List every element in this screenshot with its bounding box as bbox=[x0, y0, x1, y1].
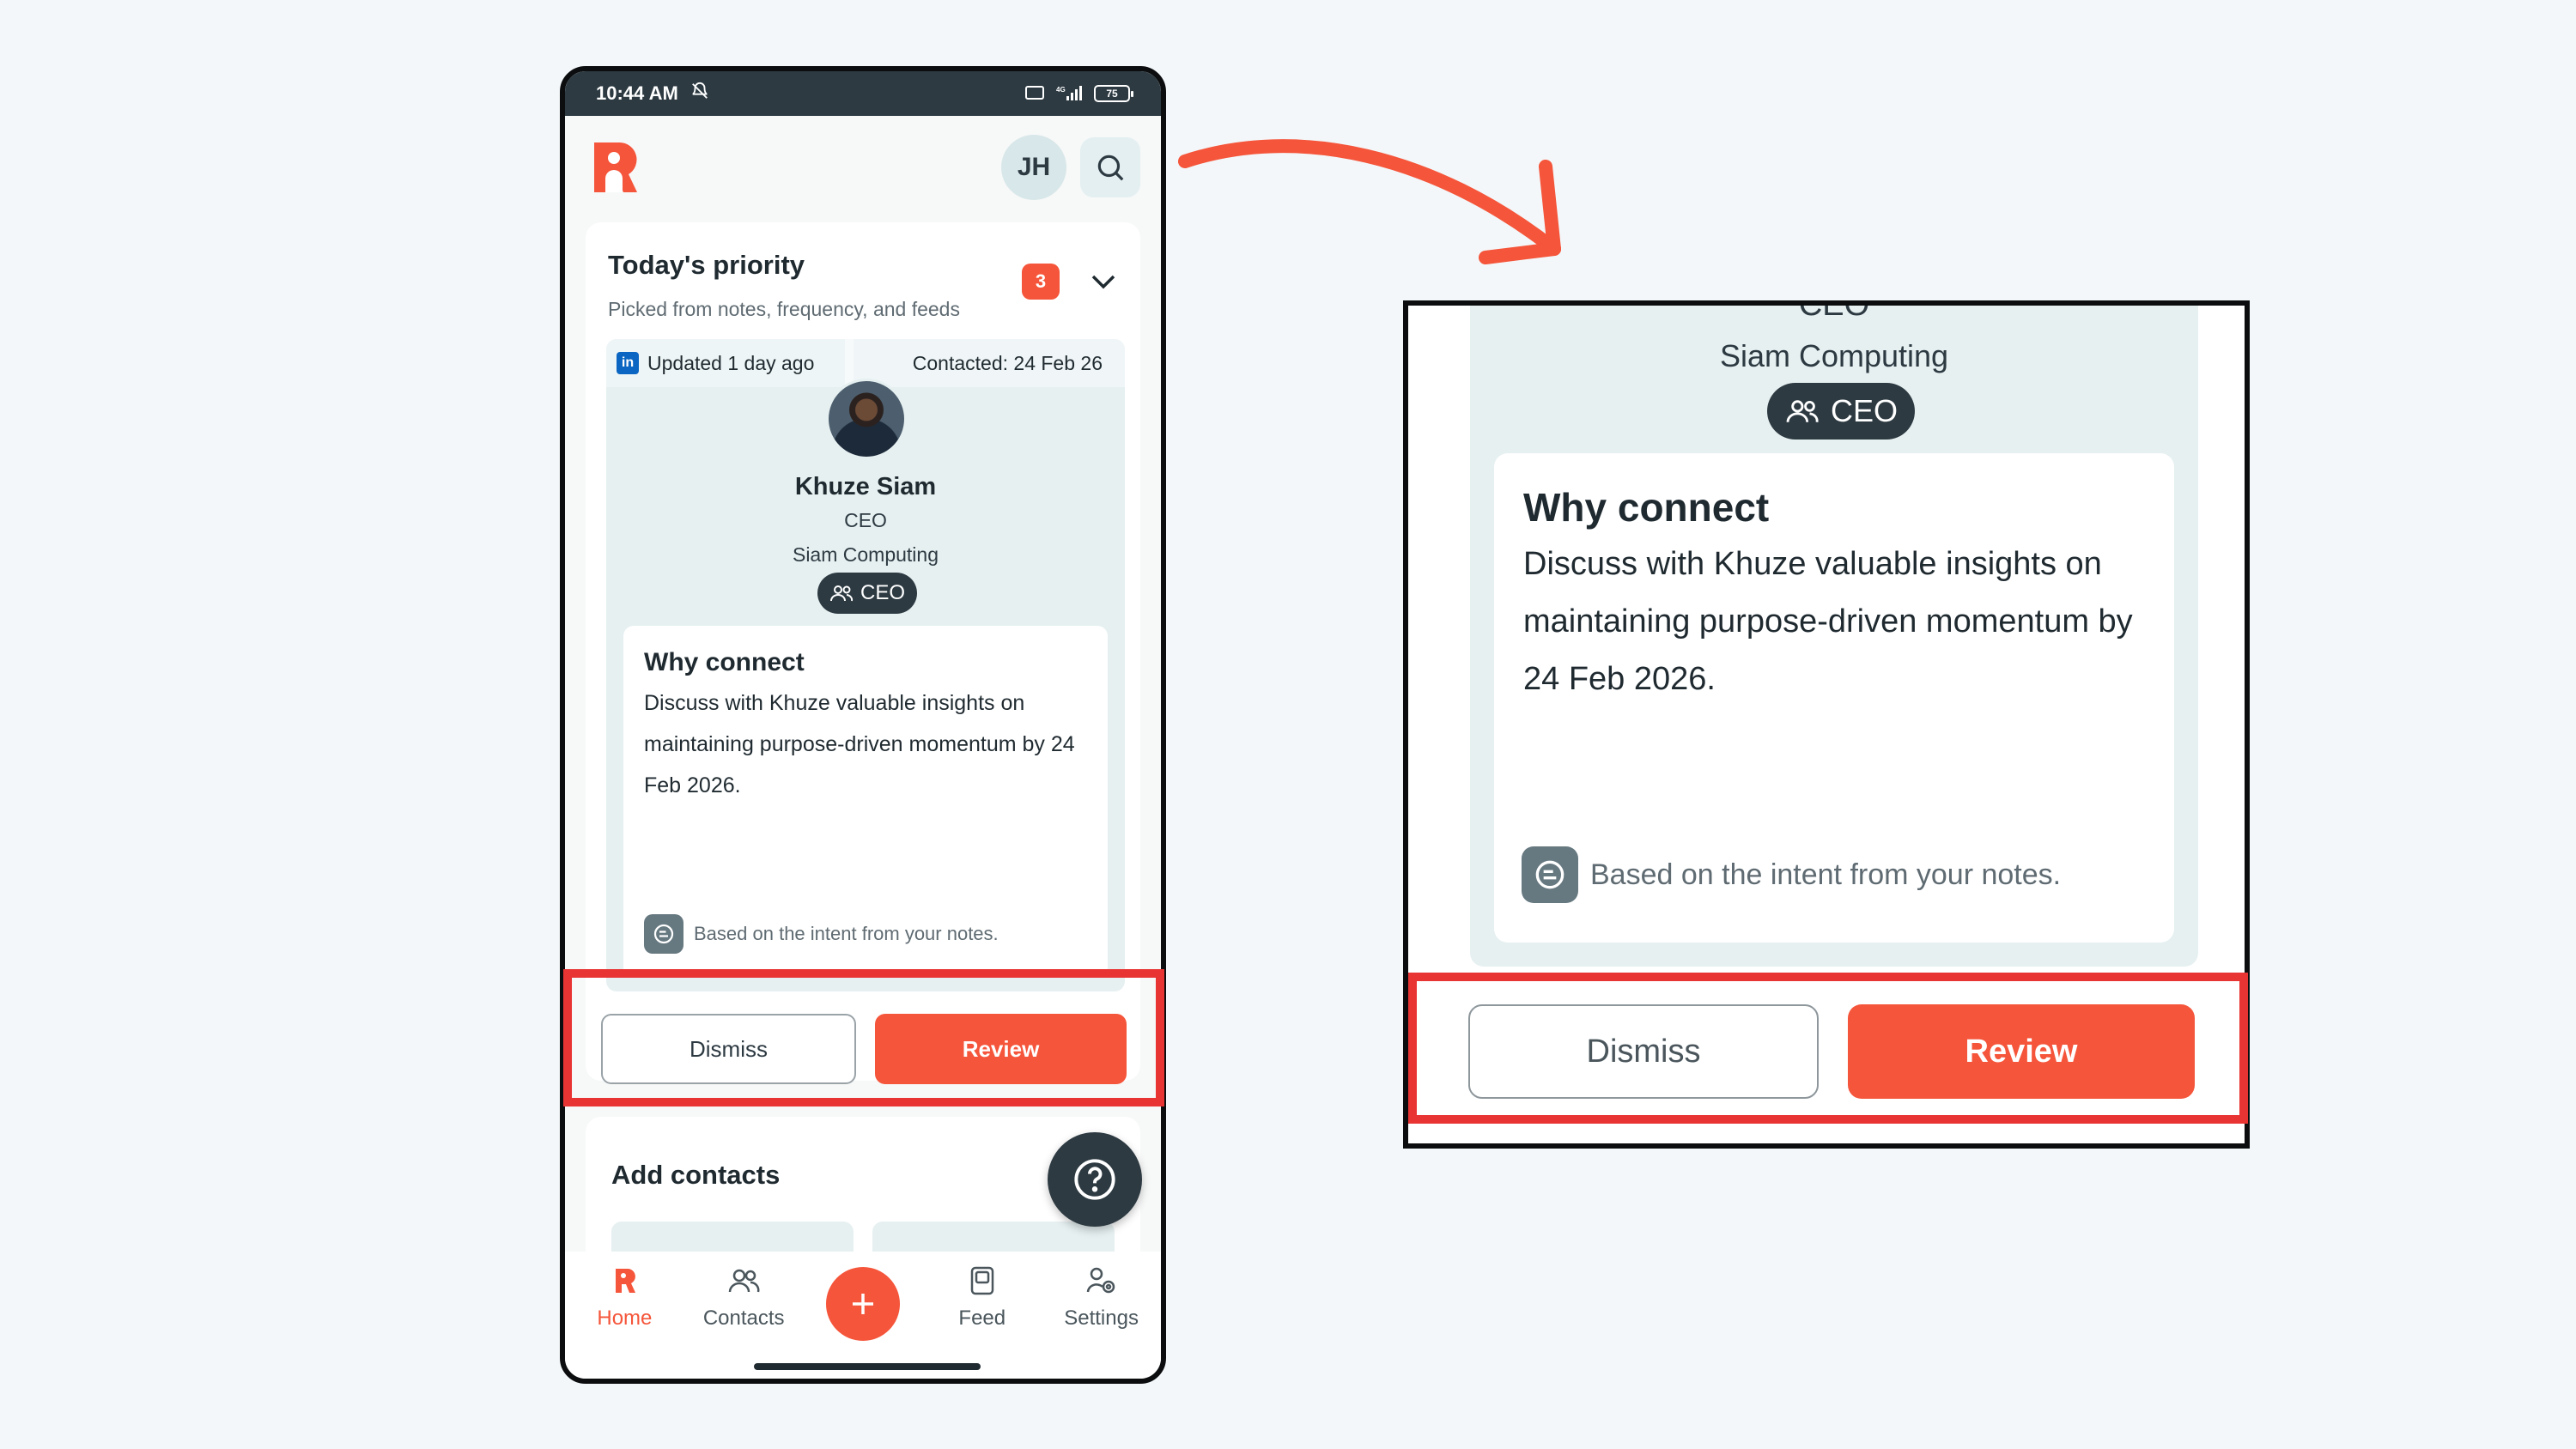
priority-count-badge: 3 bbox=[1022, 264, 1060, 300]
zoom-why-connect-box: Why connect Discuss with Khuze valuable … bbox=[1494, 453, 2174, 943]
priority-subtitle: Picked from notes, frequency, and feeds bbox=[608, 298, 960, 320]
nav-contacts[interactable]: Contacts bbox=[692, 1264, 795, 1331]
contact-name: Khuze Siam bbox=[794, 473, 937, 500]
zoom-intent-footer-text: Based on the intent from your notes. bbox=[1590, 858, 2062, 891]
settings-icon bbox=[1086, 1267, 1115, 1294]
home-icon bbox=[616, 1269, 636, 1293]
contact-role: CEO bbox=[844, 509, 887, 531]
nav-add[interactable] bbox=[811, 1264, 914, 1341]
bell-off-icon bbox=[690, 82, 709, 106]
zoom-role-chip: CEO bbox=[1767, 383, 1916, 440]
todays-priority-card: Today's priority Picked from notes, freq… bbox=[586, 222, 1140, 1081]
intent-footer-text: Based on the intent from your notes. bbox=[694, 923, 999, 944]
intent-icon bbox=[644, 914, 683, 954]
signal-icon: 4G bbox=[1056, 84, 1084, 104]
zoom-contact-role: CEO bbox=[1798, 300, 1870, 323]
zoom-why-connect-title: Why connect bbox=[1523, 485, 1770, 530]
app-logo-icon bbox=[594, 142, 637, 192]
nav-home-label: Home bbox=[597, 1307, 653, 1330]
nav-feed-label: Feed bbox=[958, 1307, 1006, 1330]
network-icon bbox=[1025, 85, 1046, 103]
contacted-date: Contacted: 24 Feb 26 bbox=[854, 339, 1125, 387]
zoom-role-chip-label: CEO bbox=[1831, 393, 1899, 428]
add-contacts-title: Add contacts bbox=[611, 1160, 781, 1190]
nav-home[interactable]: Home bbox=[573, 1264, 676, 1331]
feed-icon bbox=[970, 1266, 994, 1295]
status-bar: 10:44 AM 4G 75 bbox=[565, 71, 1161, 116]
linkedin-updated: in Updated 1 day ago bbox=[606, 339, 854, 387]
help-icon bbox=[1074, 1159, 1115, 1200]
why-connect-box: Why connect Discuss with Khuze valuable … bbox=[623, 626, 1108, 978]
zoom-why-connect-footer: Based on the intent from your notes. bbox=[1522, 846, 2061, 903]
linkedin-icon: in bbox=[617, 352, 639, 374]
plus-icon bbox=[852, 1294, 873, 1314]
why-connect-body: Discuss with Khuze valuable insights on … bbox=[644, 691, 1075, 797]
search-icon bbox=[1097, 155, 1124, 181]
contact-company: Siam Computing bbox=[792, 543, 939, 566]
why-connect-title: Why connect bbox=[644, 648, 805, 676]
status-time: 10:44 AM bbox=[596, 82, 678, 104]
zoom-contact-company: Siam Computing bbox=[1719, 338, 1949, 373]
zoom-contact-card: CEO Siam Computing CEO Why connect Discu… bbox=[1470, 306, 2198, 967]
phone-frame: 10:44 AM 4G 75 JH Today's priority Picke… bbox=[560, 66, 1166, 1384]
role-chip-label: CEO bbox=[860, 581, 906, 604]
nav-settings-label: Settings bbox=[1064, 1307, 1139, 1330]
why-connect-footer: Based on the intent from your notes. bbox=[644, 914, 999, 954]
actions-highlight-box bbox=[563, 969, 1164, 1106]
role-chip: CEO bbox=[817, 573, 918, 614]
updated-label: Updated 1 day ago bbox=[647, 351, 815, 374]
contact-photo bbox=[826, 379, 907, 459]
svg-text:4G: 4G bbox=[1056, 86, 1066, 94]
search-button[interactable] bbox=[1080, 137, 1140, 197]
app-header: JH bbox=[565, 116, 1161, 219]
contacts-icon bbox=[728, 1269, 760, 1293]
group-icon bbox=[830, 585, 854, 602]
home-indicator bbox=[754, 1363, 981, 1370]
contact-card[interactable]: in Updated 1 day ago Contacted: 24 Feb 2… bbox=[606, 339, 1125, 991]
curved-arrow-icon bbox=[1178, 139, 1561, 264]
nav-contacts-label: Contacts bbox=[702, 1307, 785, 1330]
bottom-nav: Home Contacts Feed Settings bbox=[565, 1252, 1161, 1379]
intent-icon bbox=[1522, 846, 1578, 903]
nav-feed[interactable]: Feed bbox=[931, 1264, 1034, 1331]
chevron-down-icon[interactable] bbox=[1089, 269, 1118, 294]
nav-settings[interactable]: Settings bbox=[1050, 1264, 1153, 1331]
group-icon bbox=[1786, 400, 1819, 423]
help-button[interactable] bbox=[1048, 1132, 1142, 1227]
add-button[interactable] bbox=[825, 1267, 900, 1341]
user-avatar[interactable]: JH bbox=[1001, 135, 1066, 200]
battery-indicator: 75 bbox=[1094, 85, 1133, 102]
zoom-why-connect-body: Discuss with Khuze valuable insights on … bbox=[1523, 546, 2133, 697]
zoom-actions-highlight-box bbox=[1408, 973, 2248, 1124]
